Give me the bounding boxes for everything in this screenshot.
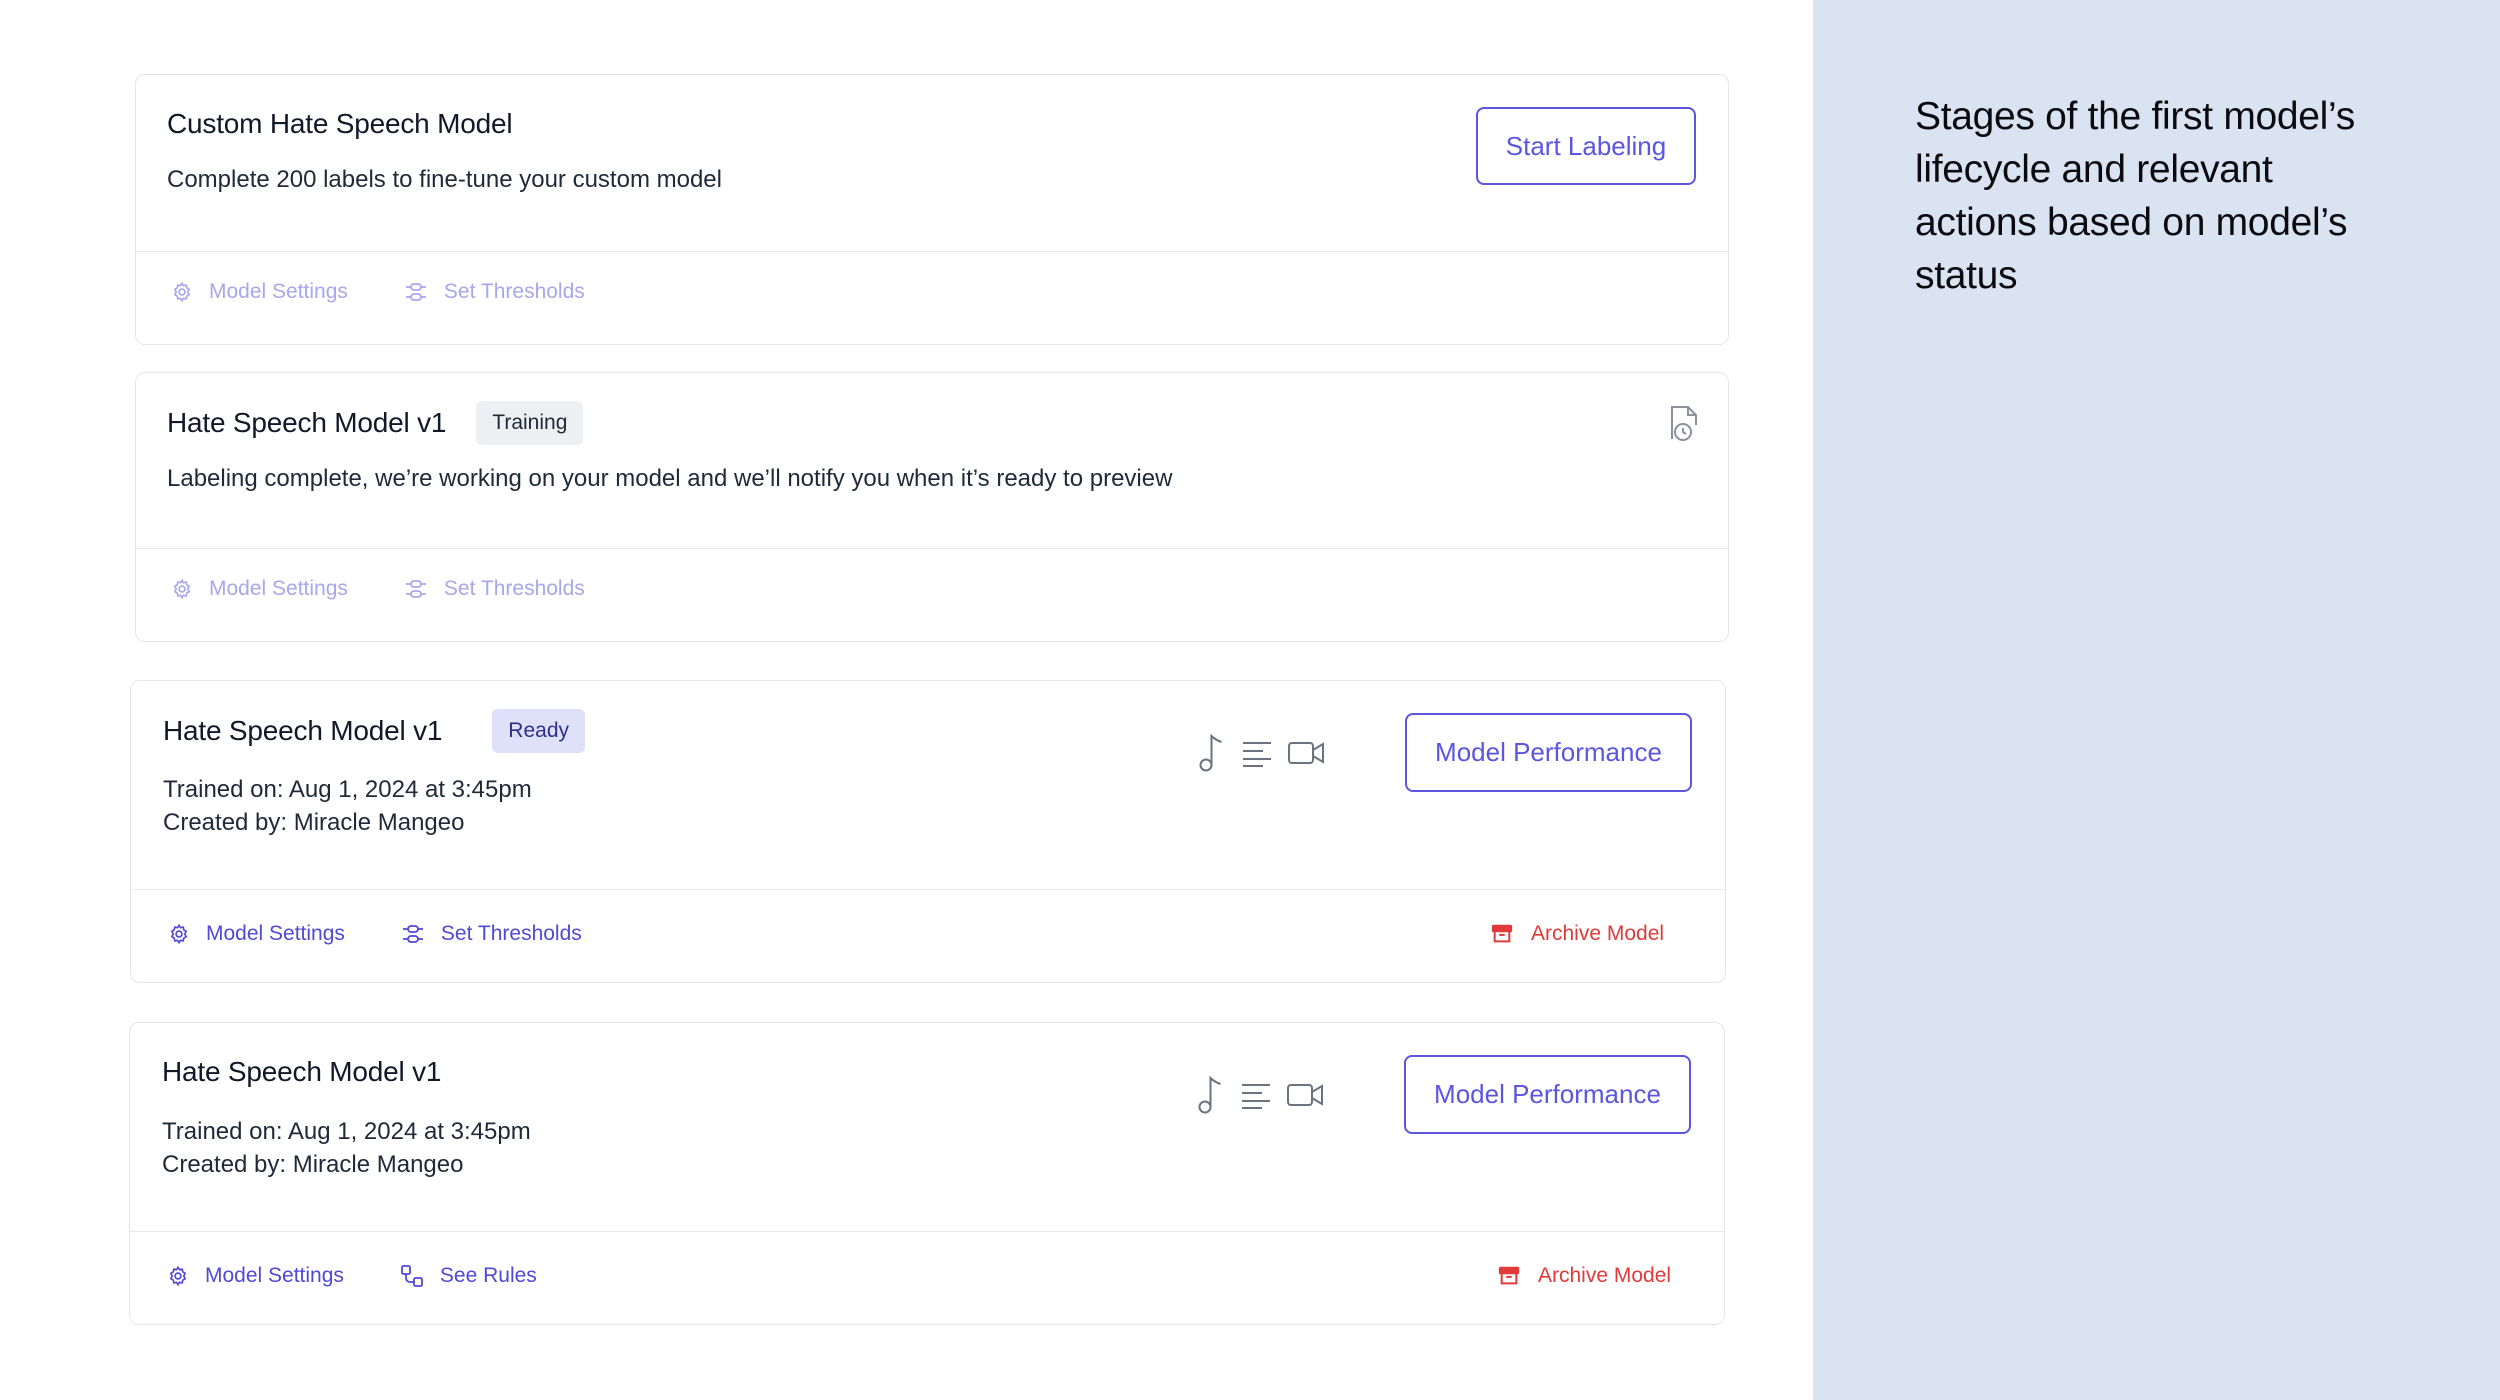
archive-model-link[interactable]: Archive Model (1491, 922, 1664, 946)
gear-icon (170, 923, 188, 945)
trained-on-text: Trained on: Aug 1, 2024 at 3:45pm (163, 776, 532, 803)
archive-model-label: Archive Model (1538, 1264, 1672, 1287)
model-settings-link[interactable]: Model Settings (171, 280, 348, 304)
model-title: Hate Speech Model v1 (162, 1056, 442, 1087)
model-card-labeling: Custom Hate Speech Model Complete 200 la… (135, 74, 1729, 345)
see-rules-link[interactable]: See Rules (400, 1264, 537, 1288)
set-thresholds-label: Set Thresholds (443, 577, 585, 600)
sliders-icon (405, 580, 426, 598)
gear-icon (169, 1265, 187, 1287)
model-settings-label: Model Settings (206, 922, 345, 945)
model-settings-link[interactable]: Model Settings (171, 577, 348, 601)
media-type-icons (1197, 733, 1339, 773)
card-header: Hate Speech Model v1 Ready Trained on: A… (131, 681, 1725, 890)
media-type-icons (1196, 1075, 1338, 1115)
video-camera-icon (1288, 742, 1324, 764)
archive-box-icon (1491, 924, 1513, 943)
archive-box-icon (1498, 1266, 1520, 1285)
gear-icon (173, 281, 191, 303)
document-clock-icon[interactable] (1666, 403, 1702, 443)
sliders-icon (405, 283, 426, 301)
music-note-icon (1198, 1075, 1221, 1114)
status-badge-ready: Ready (492, 709, 585, 753)
model-title: Hate Speech Model v1 (167, 407, 447, 438)
annotation-text: Stages of the first model’s lifecycle an… (1915, 95, 2355, 297)
card-header: Custom Hate Speech Model Complete 200 la… (136, 75, 1728, 252)
music-note-icon (1199, 733, 1222, 772)
card-header: Hate Speech Model v1 Trained on: Aug 1, … (130, 1023, 1724, 1232)
trained-on-text: Trained on: Aug 1, 2024 at 3:45pm (162, 1118, 531, 1145)
gear-icon (173, 578, 191, 600)
model-description: Labeling complete, we’re working on your… (167, 465, 1173, 492)
model-settings-link[interactable]: Model Settings (168, 922, 345, 946)
model-title: Hate Speech Model v1 (163, 715, 443, 746)
rules-flow-icon (401, 1265, 423, 1287)
set-thresholds-label: Set Thresholds (440, 922, 582, 945)
model-settings-link[interactable]: Model Settings (167, 1264, 344, 1288)
model-list-panel: Custom Hate Speech Model Complete 200 la… (0, 0, 1813, 1400)
set-thresholds-link[interactable]: Set Thresholds (401, 922, 582, 946)
card-header: Hate Speech Model v1 Training Labeling c… (136, 373, 1728, 549)
created-by-text: Created by: Miracle Mangeo (162, 1151, 464, 1178)
set-thresholds-link[interactable]: Set Thresholds (404, 577, 585, 601)
model-description: Complete 200 labels to fine-tune your cu… (167, 166, 722, 193)
video-camera-icon (1287, 1084, 1323, 1106)
model-title: Custom Hate Speech Model (167, 108, 513, 139)
model-performance-button[interactable]: Model Performance (1404, 1055, 1691, 1134)
archive-model-link[interactable]: Archive Model (1498, 1264, 1671, 1288)
annotation-panel: Stages of the first model’s lifecycle an… (1813, 0, 2500, 1400)
model-card-published: Hate Speech Model v1 Trained on: Aug 1, … (129, 1022, 1725, 1325)
model-card-training: Hate Speech Model v1 Training Labeling c… (135, 372, 1729, 642)
text-lines-icon (1243, 742, 1271, 767)
set-thresholds-link[interactable]: Set Thresholds (404, 280, 585, 304)
status-badge-training: Training (476, 401, 584, 445)
model-settings-label: Model Settings (209, 577, 348, 600)
text-lines-icon (1242, 1084, 1270, 1109)
set-thresholds-label: Set Thresholds (443, 280, 585, 303)
model-settings-label: Model Settings (209, 280, 348, 303)
sliders-icon (402, 925, 423, 943)
model-settings-label: Model Settings (205, 1264, 344, 1287)
model-performance-button[interactable]: Model Performance (1405, 713, 1692, 792)
model-card-ready: Hate Speech Model v1 Ready Trained on: A… (130, 680, 1726, 983)
created-by-text: Created by: Miracle Mangeo (163, 809, 465, 836)
see-rules-label: See Rules (439, 1264, 537, 1287)
start-labeling-button[interactable]: Start Labeling (1476, 107, 1696, 185)
archive-model-label: Archive Model (1531, 922, 1665, 945)
